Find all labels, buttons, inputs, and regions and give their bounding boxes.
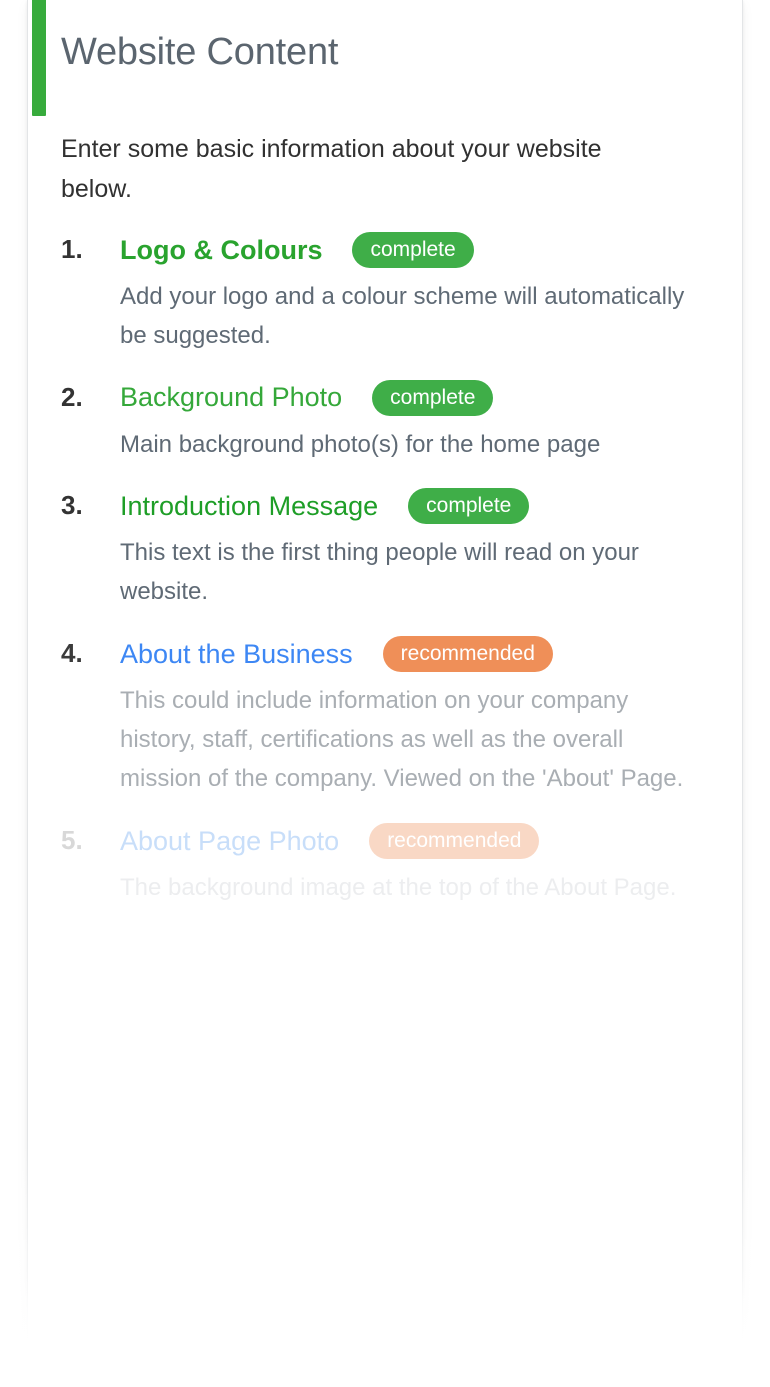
step-title-link[interactable]: About the Business	[120, 637, 353, 672]
step-item-background-photo[interactable]: 2. Background Photo complete Main backgr…	[61, 379, 718, 465]
step-description: The background image at the top of the A…	[120, 873, 677, 901]
step-item-logo-and-colours[interactable]: 1. Logo & Colours complete Add your logo…	[61, 231, 718, 356]
step-header: About Page Photo recommended	[120, 822, 718, 859]
step-number: 3.	[61, 490, 83, 521]
step-item-introduction-message[interactable]: 3. Introduction Message complete This te…	[61, 488, 718, 612]
step-number: 1.	[61, 233, 83, 264]
step-header: About the Business recommended	[120, 636, 718, 673]
step-title-link[interactable]: Logo & Colours	[120, 233, 322, 268]
step-number: 5.	[61, 824, 83, 855]
status-badge-complete: complete	[372, 379, 494, 416]
website-content-step-list: 1. Logo & Colours complete Add your logo…	[61, 210, 718, 908]
status-badge-recommended: recommended	[382, 636, 553, 673]
status-badge-recommended: recommended	[369, 822, 540, 859]
card-content: Website Content Enter some basic informa…	[28, 0, 742, 908]
status-badge-complete: complete	[408, 488, 530, 525]
step-item-about-the-business[interactable]: 4. About the Business recommended This c…	[61, 636, 718, 799]
step-header: Introduction Message complete	[120, 488, 718, 525]
page-root: Website Content Enter some basic informa…	[0, 0, 770, 1387]
step-description: This could include information on your c…	[120, 687, 684, 792]
step-description: Main background photo(s) for the home pa…	[120, 430, 601, 458]
step-title-link[interactable]: Background Photo	[120, 380, 342, 415]
page-title: Website Content	[61, 31, 339, 73]
step-description: This text is the first thing people will…	[120, 539, 639, 606]
step-item-about-page-photo[interactable]: 5. About Page Photo recommended The back…	[61, 822, 718, 908]
step-number: 4.	[61, 638, 83, 669]
step-header: Logo & Colours complete	[120, 231, 718, 268]
step-number: 2.	[61, 381, 83, 412]
website-content-card: Website Content Enter some basic informa…	[27, 0, 743, 1387]
step-title-link[interactable]: About Page Photo	[120, 824, 339, 859]
step-description: Add your logo and a colour scheme will a…	[120, 282, 685, 349]
step-header: Background Photo complete	[120, 379, 718, 416]
status-badge-complete: complete	[352, 231, 474, 268]
intro-text: Enter some basic information about your …	[61, 134, 602, 204]
step-title-link[interactable]: Introduction Message	[120, 489, 378, 524]
